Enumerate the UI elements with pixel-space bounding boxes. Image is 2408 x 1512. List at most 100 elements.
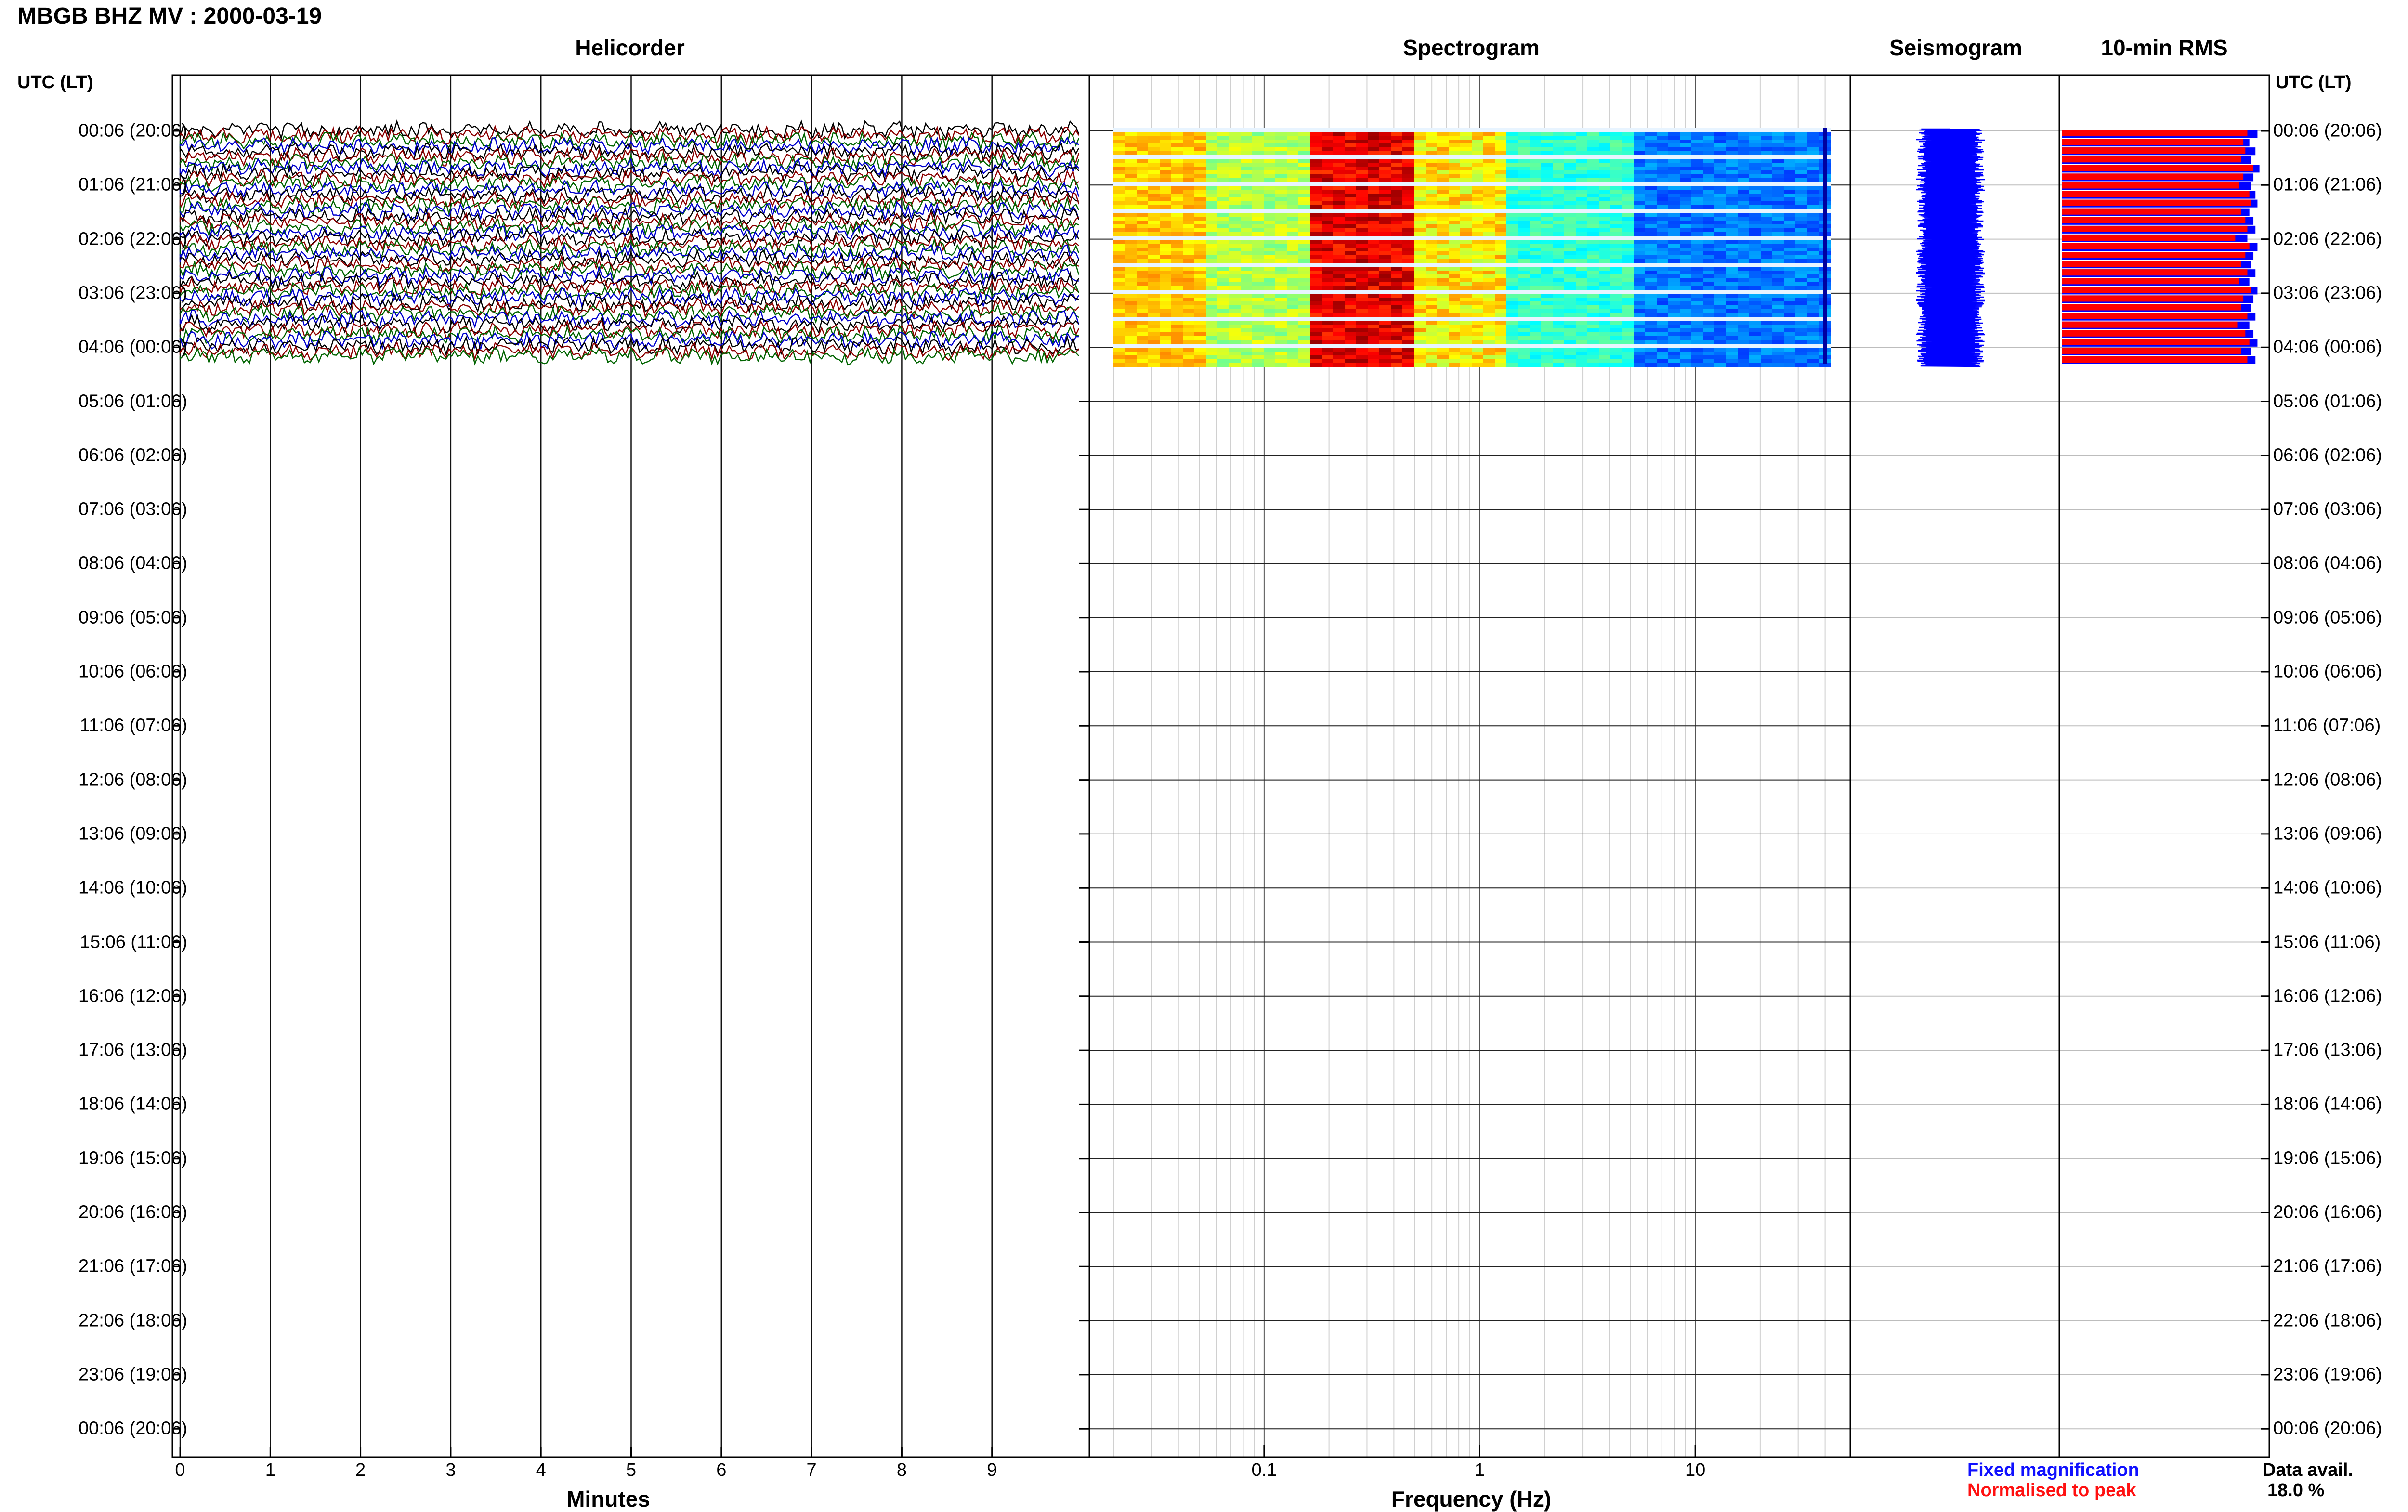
- helicorder-figure: MBGB BHZ MV : 2000-03-19 Helicorder Spec…: [0, 0, 2408, 1512]
- spectrogram-tick-label: 10: [1685, 1460, 1706, 1480]
- rms-bar-normalised: [2062, 165, 2254, 171]
- time-label-left: 01:06 (21:06): [78, 174, 187, 195]
- utc-header-right: UTC (LT): [2276, 72, 2352, 92]
- spectrogram-edge: [1823, 128, 1827, 364]
- time-label-right: 10:06 (06:06): [2273, 661, 2382, 682]
- spectrogram-tick-label: 1: [1474, 1460, 1485, 1480]
- helicorder-tick-label: 6: [716, 1460, 727, 1480]
- time-label-right: 09:06 (05:06): [2273, 607, 2382, 628]
- rms-bar-normalised: [2062, 173, 2244, 180]
- time-label-right: 21:06 (17:06): [2273, 1256, 2382, 1277]
- time-label-right: 23:06 (19:06): [2273, 1364, 2382, 1385]
- data-availability-label: Data avail.: [2263, 1460, 2353, 1480]
- time-label-right: 12:06 (08:06): [2273, 769, 2382, 790]
- rms-bar-normalised: [2062, 225, 2248, 232]
- helicorder-tick-label: 5: [626, 1460, 637, 1480]
- spectrogram-image: [1113, 128, 1831, 367]
- time-label-left: 10:06 (06:06): [78, 661, 187, 682]
- time-label-right: 03:06 (23:06): [2273, 283, 2382, 303]
- rms-bar-normalised: [2062, 261, 2241, 267]
- time-label-right: 13:06 (09:06): [2273, 823, 2382, 844]
- helicorder-tick-label: 4: [536, 1460, 546, 1480]
- time-label-left: 17:06 (13:06): [78, 1040, 187, 1060]
- spectrogram-xlabel: Frequency (Hz): [1391, 1486, 1552, 1512]
- rms-bar-normalised: [2062, 217, 2246, 223]
- spectrogram-panel-title: Spectrogram: [1403, 35, 1540, 60]
- seismogram-trace: [1916, 128, 1985, 367]
- rms-bar-normalised: [2062, 199, 2251, 206]
- helicorder-trace-line: [179, 195, 1080, 216]
- time-label-right: 00:06 (20:06): [2273, 120, 2382, 141]
- time-label-left: 13:06 (09:06): [78, 823, 187, 844]
- time-label-right: 15:06 (11:06): [2273, 932, 2381, 952]
- time-label-right: 01:06 (21:06): [2273, 174, 2382, 195]
- time-label-right: 00:06 (20:06): [2273, 1418, 2382, 1439]
- helicorder-tick-label: 1: [265, 1460, 275, 1480]
- helicorder-tick-label: 2: [355, 1460, 366, 1480]
- time-label-left: 06:06 (02:06): [78, 445, 187, 466]
- time-label-left: 00:06 (20:06): [78, 120, 187, 141]
- rms-bar-normalised: [2062, 356, 2248, 363]
- time-label-right: 18:06 (14:06): [2273, 1094, 2382, 1114]
- rms-bar-normalised: [2062, 147, 2246, 154]
- time-label-left: 16:06 (12:06): [78, 986, 187, 1006]
- time-label-left: 02:06 (22:06): [78, 229, 187, 249]
- seismogram-panel-title: Seismogram: [1889, 35, 2023, 60]
- helicorder-trace-line: [179, 217, 1079, 238]
- figure-title: MBGB BHZ MV : 2000-03-19: [17, 3, 322, 29]
- rms-bar-normalised: [2062, 339, 2250, 345]
- legend-fixed-magnification: Fixed magnification: [1967, 1460, 2139, 1480]
- helicorder-trace-line: [179, 303, 1079, 325]
- time-label-left: 03:06 (23:06): [78, 283, 187, 303]
- time-label-left: 18:06 (14:06): [78, 1094, 187, 1114]
- time-label-left: 21:06 (17:06): [78, 1256, 187, 1277]
- rms-bar-normalised: [2062, 295, 2244, 302]
- spectrogram-tick-label: 0.1: [1251, 1460, 1277, 1480]
- rms-bars: [2062, 130, 2260, 364]
- rms-bar-normalised: [2062, 278, 2239, 285]
- time-label-right: 11:06 (07:06): [2273, 715, 2381, 736]
- data-availability-value: 18.0 %: [2267, 1480, 2325, 1500]
- time-label-left: 05:06 (01:06): [78, 391, 187, 411]
- time-label-right: 02:06 (22:06): [2273, 229, 2382, 249]
- rms-bar-normalised: [2062, 243, 2250, 250]
- rms-bar-normalised: [2062, 269, 2248, 276]
- rms-bar-normalised: [2062, 139, 2244, 145]
- time-label-left: 14:06 (10:06): [78, 877, 187, 898]
- utc-header-left: UTC (LT): [17, 72, 93, 92]
- helicorder-panel-title: Helicorder: [575, 35, 685, 60]
- helicorder-traces: [179, 119, 1080, 366]
- time-label-left: 08:06 (04:06): [78, 553, 187, 574]
- time-label-left: 15:06 (11:06): [79, 932, 187, 952]
- time-label-right: 16:06 (12:06): [2273, 986, 2382, 1006]
- seismogram-line: [1916, 128, 1985, 367]
- time-label-right: 07:06 (03:06): [2273, 499, 2382, 520]
- rms-bar-normalised: [2062, 191, 2250, 197]
- helicorder-tick-label: 3: [445, 1460, 456, 1480]
- time-label-left: 19:06 (15:06): [78, 1148, 187, 1169]
- rms-bar-normalised: [2062, 234, 2236, 241]
- helicorder-xlabel: Minutes: [566, 1486, 650, 1512]
- time-label-right: 05:06 (01:06): [2273, 391, 2382, 411]
- time-label-right: 17:06 (13:06): [2273, 1040, 2382, 1060]
- time-label-left: 09:06 (05:06): [78, 607, 187, 628]
- rms-bar-normalised: [2062, 208, 2241, 215]
- rms-bar-normalised: [2062, 287, 2251, 293]
- time-label-right: 19:06 (15:06): [2273, 1148, 2382, 1169]
- helicorder-tick-label: 9: [987, 1460, 997, 1480]
- rms-bar-normalised: [2062, 130, 2248, 137]
- rms-bar-normalised: [2062, 330, 2246, 337]
- time-label-left: 07:06 (03:06): [78, 499, 187, 520]
- time-label-left: 22:06 (18:06): [78, 1310, 187, 1331]
- time-label-left: 04:06 (00:06): [78, 337, 187, 357]
- figure-canvas: [171, 74, 2270, 1458]
- rms-bar-normalised: [2062, 156, 2241, 163]
- rms-bar-normalised: [2062, 347, 2241, 354]
- time-label-left: 11:06 (07:06): [79, 715, 187, 736]
- helicorder-tick-label: 0: [175, 1460, 185, 1480]
- time-label-right: 22:06 (18:06): [2273, 1310, 2382, 1331]
- time-label-right: 06:06 (02:06): [2273, 445, 2382, 466]
- rms-bar-normalised: [2062, 252, 2246, 259]
- time-label-right: 04:06 (00:06): [2273, 337, 2382, 357]
- helicorder-tick-label: 7: [806, 1460, 817, 1480]
